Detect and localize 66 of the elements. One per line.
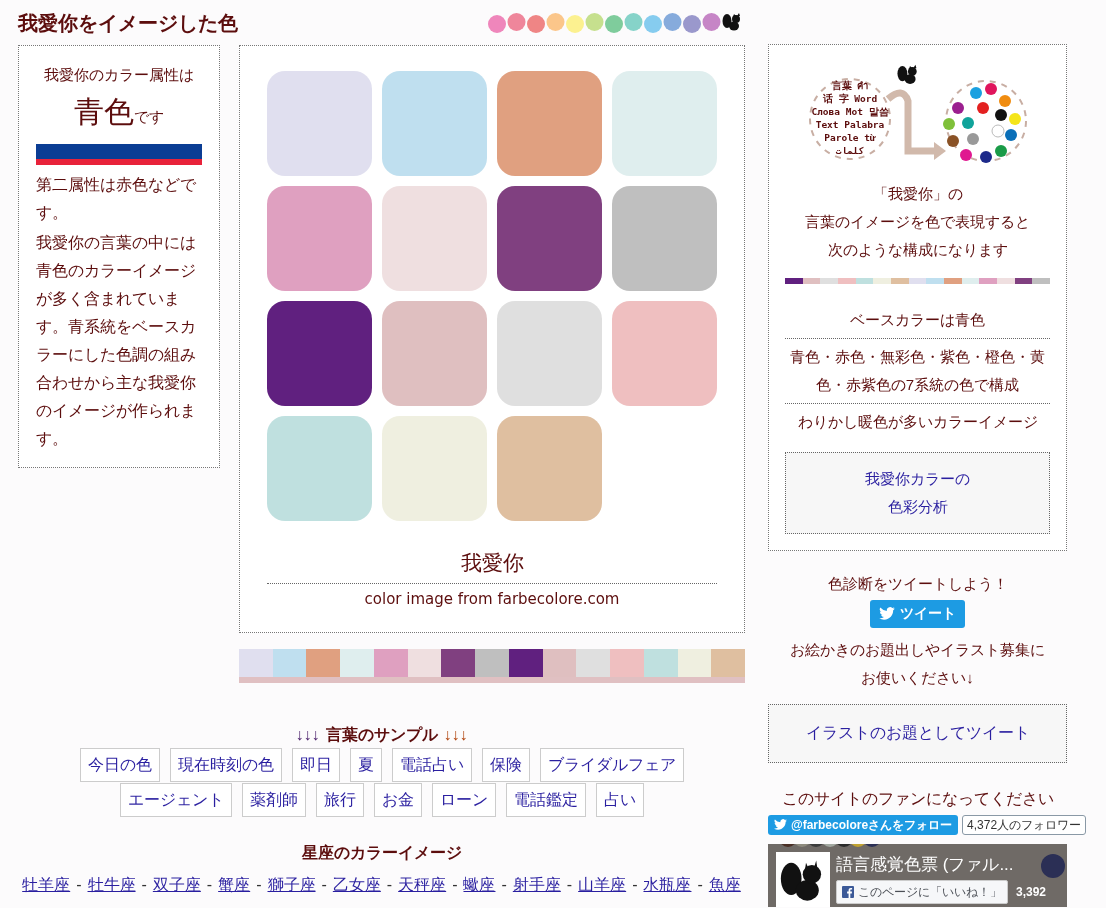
like-button[interactable]: このページに「いいね！」 (836, 879, 1008, 904)
credit-text: color image from farbecolore.com (363, 588, 621, 610)
zodiac-link[interactable]: 水瓶座 (643, 873, 692, 897)
fan-text: このサイトのファンになってください (781, 788, 1054, 809)
zodiac-link[interactable]: 蟹座 (218, 873, 251, 897)
word-text: 我愛你 (267, 547, 717, 584)
follower-count: 4,372人のフォロワー (962, 814, 1087, 835)
separator-text: - (141, 875, 147, 895)
illustration-tweet-link[interactable]: イラストのお題としてツイート (768, 703, 1067, 763)
tweet-prompt-text: 色診断をツイートしよう！ (827, 574, 1008, 594)
main-color-text: 青色 (74, 94, 134, 128)
sample-word-link[interactable]: 旅行 (315, 783, 364, 817)
sample-word-link[interactable]: 電話占い (391, 748, 472, 782)
separator-text: - (697, 875, 703, 895)
zodiac-link[interactable]: 蠍座 (463, 873, 496, 897)
like-count: 3,392 (1016, 883, 1047, 901)
page-title: 我愛你をイメージした色 (18, 10, 238, 36)
fact-text: 青色・赤色・無彩色・紫色・橙色・黄色・赤紫色の7系統の色で構成 (785, 339, 1050, 404)
fact-text: ベースカラーは青色 (785, 302, 1050, 339)
suffix-text: です (134, 107, 164, 125)
separator-text: - (501, 875, 507, 895)
avatar-image (776, 851, 830, 907)
zodiac-link[interactable]: 乙女座 (332, 873, 381, 897)
sample-word-link[interactable]: 電話鑑定 (505, 783, 586, 817)
arrows-text: ↓↓↓ (443, 725, 468, 745)
section-heading: 言葉のサンプル (325, 725, 438, 745)
sample-word-link[interactable]: ローン (431, 783, 496, 817)
sample-word-link[interactable]: 夏 (349, 748, 382, 782)
separator-text: - (76, 875, 82, 895)
sample-word-link[interactable]: エージェント (119, 783, 232, 817)
sample-word-link[interactable]: 占い (595, 783, 644, 817)
zodiac-link[interactable]: 天秤座 (398, 873, 447, 897)
sample-word-link[interactable]: 薬剤師 (241, 783, 306, 817)
sample-word-link[interactable]: ブライダルフェア (539, 748, 684, 782)
separator-text: - (256, 875, 262, 895)
separator-text: - (386, 875, 393, 895)
separator-text: - (632, 875, 638, 895)
separator-text: - (321, 875, 327, 895)
bird-icon (879, 607, 895, 620)
sample-word-link[interactable]: 保険 (481, 748, 530, 782)
sample-word-link[interactable]: 今日の色 (79, 748, 160, 782)
facebook-icon (842, 885, 854, 898)
section-heading: 星座のカラーイメージ (301, 843, 462, 863)
description-text: 第二属性は赤色などです。 (36, 174, 197, 223)
zodiac-link[interactable]: 牡牛座 (87, 873, 136, 897)
zodiac-link[interactable]: 獅子座 (267, 873, 316, 897)
zodiac-link[interactable]: 射手座 (512, 873, 561, 897)
sample-word-link[interactable]: お金 (373, 783, 422, 817)
caption-text: 「我愛你」の 言葉のイメージを色で表現すると 次のような構成になります (805, 184, 1030, 260)
zodiac-link[interactable]: 双子座 (152, 873, 201, 897)
sample-word-link[interactable]: 現在時刻の色 (169, 748, 282, 782)
sample-word-link[interactable]: 即日 (291, 748, 340, 782)
page-title-text: 語言感覚色票 (ファル... (836, 853, 1014, 876)
zodiac-link[interactable]: 魚座 (708, 873, 741, 897)
separator-text: - (566, 875, 573, 895)
zodiac-link[interactable]: 山羊座 (578, 873, 627, 897)
bird-icon (774, 819, 787, 830)
illustration-request-text: お絵かきのお題出しやイラスト募集に お使いください↓ (790, 639, 1045, 688)
description-text: 我愛你の言葉の中には青色のカラーイメージが多く含まれています。青系統をベースカラーにした色調の組み合わせから主な我愛你のイメージが作られます。 (36, 232, 197, 449)
fact-text: わりかし暖色が多いカラーイメージ (796, 412, 1039, 432)
arrows-text: ↓↓↓ (295, 725, 320, 745)
zodiac-link[interactable]: 牡羊座 (22, 873, 71, 897)
separator-text: - (206, 875, 213, 895)
intro-text: 我愛你のカラー属性は (43, 65, 195, 85)
separator-text: - (452, 875, 458, 895)
color-analysis-link[interactable]: 我愛你カラーの 色彩分析 (785, 452, 1050, 534)
